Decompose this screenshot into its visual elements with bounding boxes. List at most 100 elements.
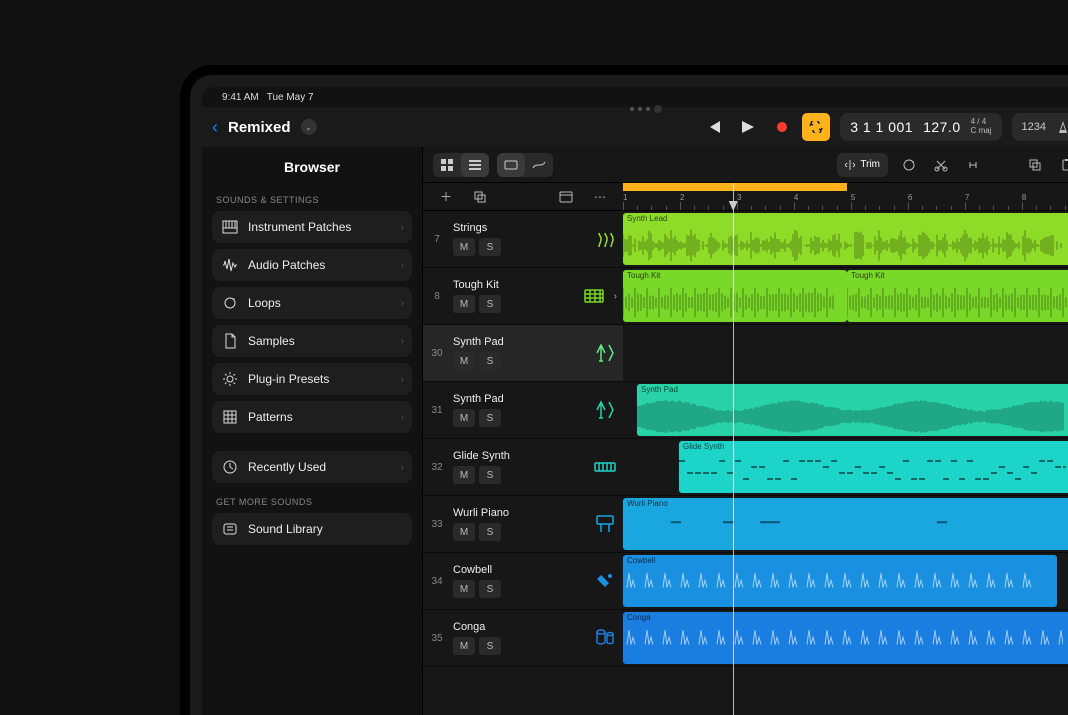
track-header[interactable]: 32Glide SynthMS: [423, 439, 623, 496]
trim-tool[interactable]: Trim: [837, 153, 888, 177]
project-title[interactable]: Remixed: [228, 119, 291, 136]
region[interactable]: Conga: [623, 612, 1068, 664]
track-header[interactable]: 33Wurli PianoMS: [423, 496, 623, 553]
track-header[interactable]: 30Synth PadMS: [423, 325, 623, 382]
view-automation-button[interactable]: [525, 153, 553, 177]
track-instrument-icon: [593, 227, 617, 251]
duplicate-track-button[interactable]: [467, 185, 493, 209]
solo-button[interactable]: S: [479, 637, 501, 655]
mute-button[interactable]: M: [453, 523, 475, 541]
mute-button[interactable]: M: [453, 238, 475, 256]
rewind-button[interactable]: [700, 113, 728, 141]
track-header[interactable]: 34CowbellMS: [423, 553, 623, 610]
library-icon: [222, 521, 238, 537]
playhead[interactable]: [733, 183, 734, 715]
record-button[interactable]: [768, 113, 796, 141]
join-tool[interactable]: [960, 153, 986, 177]
sidebar-item-recent[interactable]: Recently Used ›: [212, 451, 412, 483]
solo-button[interactable]: S: [479, 466, 501, 484]
region[interactable]: Tough Kit: [623, 270, 847, 322]
region-label: Conga: [627, 613, 651, 622]
sidebar-item-sound-library[interactable]: Sound Library: [212, 513, 412, 545]
track-header[interactable]: 7StringsMS: [423, 211, 623, 268]
region-row[interactable]: Glide Synth: [623, 439, 1068, 496]
region-row[interactable]: Synth Lead: [623, 211, 1068, 268]
region[interactable]: Glide Synth: [679, 441, 1068, 493]
waveform-icon: [222, 257, 238, 273]
scissors-tool[interactable]: [928, 153, 954, 177]
track-header[interactable]: 35CongaMS: [423, 610, 623, 667]
track-name: Tough Kit: [453, 279, 574, 291]
timeline[interactable]: 123456789 Synth Lead Tough Kit Tough Kit Sy…: [623, 183, 1068, 715]
region-row[interactable]: Conga: [623, 610, 1068, 667]
track-name: Strings: [453, 222, 585, 234]
track-headers: ＋ ⋯ 7StringsMS8Tough KitMS›30Synth PadMS…: [423, 183, 623, 715]
solo-button[interactable]: S: [479, 238, 501, 256]
solo-button[interactable]: S: [479, 352, 501, 370]
sidebar-item-patterns[interactable]: Patterns›: [212, 401, 412, 433]
project-menu-chevron[interactable]: ⌄: [301, 119, 317, 135]
transport-controls: [700, 113, 830, 141]
piano-keys-icon: [222, 219, 238, 235]
back-button[interactable]: ‹: [212, 117, 218, 138]
mute-button[interactable]: M: [453, 352, 475, 370]
region[interactable]: Wurli Piano: [623, 498, 1068, 550]
view-grid-button[interactable]: [433, 153, 461, 177]
track-options-button[interactable]: ⋯: [587, 185, 613, 209]
region-row[interactable]: Wurli Piano: [623, 496, 1068, 553]
play-button[interactable]: [734, 113, 762, 141]
ruler-bar-number: 3: [737, 193, 741, 202]
region[interactable]: Tough Kit: [847, 270, 1068, 322]
mute-button[interactable]: M: [453, 637, 475, 655]
add-track-button[interactable]: ＋: [433, 185, 459, 209]
region[interactable]: Synth Lead: [623, 213, 1068, 265]
solo-button[interactable]: S: [479, 409, 501, 427]
metronome-icon: [1056, 120, 1068, 134]
sidebar-item-plug-in-presets[interactable]: Plug-in Presets›: [212, 363, 412, 395]
track-view-button[interactable]: [553, 185, 579, 209]
region-row[interactable]: Synth Pad: [623, 382, 1068, 439]
cycle-button[interactable]: [802, 113, 830, 141]
mute-button[interactable]: M: [453, 580, 475, 598]
mute-button[interactable]: M: [453, 466, 475, 484]
grid-icon: [222, 409, 238, 425]
view-list-button[interactable]: [461, 153, 489, 177]
mute-button[interactable]: M: [453, 295, 475, 313]
view-regions-button[interactable]: [497, 153, 525, 177]
solo-button[interactable]: S: [479, 523, 501, 541]
ruler[interactable]: 123456789: [623, 183, 1068, 211]
ruler-bar-number: 1: [623, 193, 627, 202]
arrange-area: Trim ＋: [422, 147, 1068, 715]
track-instrument-icon: [593, 512, 617, 536]
expand-button[interactable]: ›: [614, 291, 617, 302]
region-row[interactable]: [623, 325, 1068, 382]
sidebar-item-samples[interactable]: Samples›: [212, 325, 412, 357]
region-label: Tough Kit: [851, 271, 884, 280]
mute-button[interactable]: M: [453, 409, 475, 427]
document-icon: [222, 333, 238, 349]
tempo-display: 127.0: [923, 119, 961, 135]
sidebar-item-loops[interactable]: Loops›: [212, 287, 412, 319]
track-number: 32: [429, 462, 445, 473]
lcd-display[interactable]: 3 1 1 001 127.0 4 / 4 C maj: [840, 113, 1001, 141]
region-row[interactable]: Tough Kit Tough Kit: [623, 268, 1068, 325]
count-in-button[interactable]: 1234: [1012, 113, 1068, 141]
chevron-right-icon: ›: [401, 298, 404, 309]
paste-tool[interactable]: [1054, 153, 1068, 177]
loop-tool[interactable]: [896, 153, 922, 177]
copy-tool[interactable]: [1022, 153, 1048, 177]
browser-title: Browser: [212, 147, 412, 187]
region[interactable]: Synth Pad: [637, 384, 1068, 436]
region-label: Tough Kit: [627, 271, 660, 280]
position-display: 3 1 1 001: [850, 119, 913, 135]
region-row[interactable]: CowbellCowbell: [623, 553, 1068, 610]
track-header[interactable]: 8Tough KitMS›: [423, 268, 623, 325]
region[interactable]: Cowbell: [623, 555, 1057, 607]
track-header[interactable]: 31Synth PadMS: [423, 382, 623, 439]
sidebar-item-audio-patches[interactable]: Audio Patches›: [212, 249, 412, 281]
solo-button[interactable]: S: [479, 295, 501, 313]
chevron-right-icon: ›: [401, 222, 404, 233]
sidebar-item-instrument-patches[interactable]: Instrument Patches›: [212, 211, 412, 243]
chevron-right-icon: ›: [401, 260, 404, 271]
solo-button[interactable]: S: [479, 580, 501, 598]
